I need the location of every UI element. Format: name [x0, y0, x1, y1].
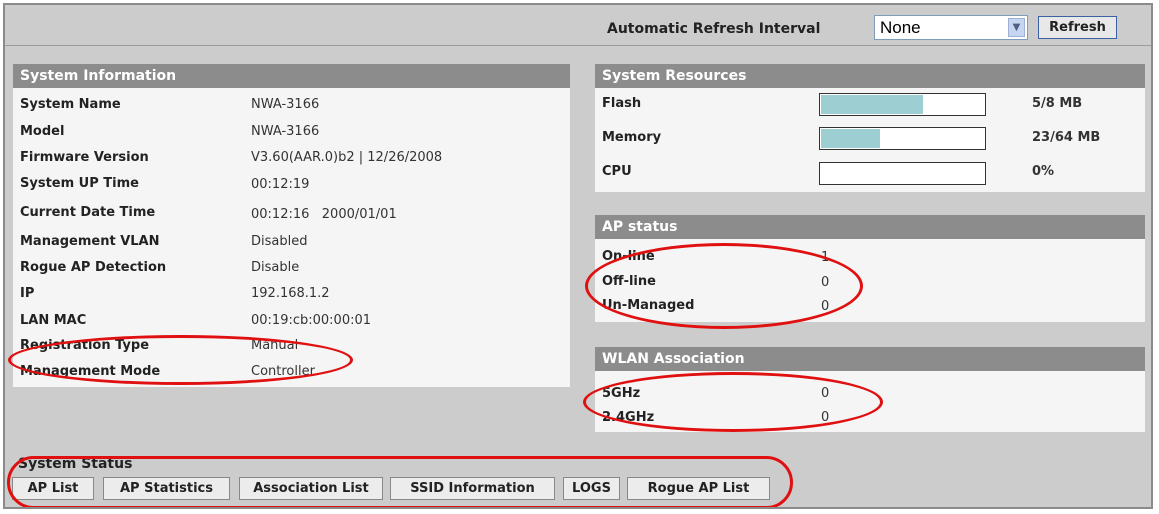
rogue-ap-detection-label: Rogue AP Detection — [20, 260, 167, 275]
ap-status-panel: AP status On-line 1 Off-line 0 Un-Manage… — [595, 215, 1145, 322]
offline-value: 0 — [821, 275, 830, 290]
system-information-panel: System Information System Name NWA-3166 … — [13, 64, 570, 387]
firmware-version-value: V3.60(AAR.0)b2 | 12/26/2008 — [251, 150, 443, 165]
refresh-interval-value: None — [880, 18, 921, 37]
firmware-version-label: Firmware Version — [20, 150, 149, 165]
lan-mac-label: LAN MAC — [20, 313, 87, 328]
flash-label: Flash — [602, 96, 642, 111]
management-vlan-label: Management VLAN — [20, 234, 160, 249]
refresh-button[interactable]: Refresh — [1038, 16, 1117, 39]
memory-label: Memory — [602, 130, 662, 145]
current-date-time-value: 00:12:16 2000/01/01 — [251, 207, 397, 222]
status-page: Automatic Refresh Interval None ▼ Refres… — [3, 3, 1153, 509]
system-name-value: NWA-3166 — [251, 97, 320, 112]
memory-value: 23/64 MB — [1032, 130, 1101, 145]
offline-label: Off-line — [602, 274, 656, 289]
model-label: Model — [20, 124, 65, 139]
unmanaged-label: Un-Managed — [602, 298, 695, 313]
band-24ghz-value: 0 — [821, 410, 830, 425]
system-up-time-value: 00:12:19 — [251, 177, 310, 192]
memory-usage-bar — [819, 127, 986, 150]
refresh-toolbar: Automatic Refresh Interval None ▼ Refres… — [5, 5, 1151, 46]
band-24ghz-label: 2.4GHz — [602, 410, 655, 425]
memory-usage-fill — [821, 129, 881, 148]
ssid-information-button[interactable]: SSID Information — [390, 477, 555, 500]
ap-list-button[interactable]: AP List — [12, 477, 94, 500]
cpu-label: CPU — [602, 164, 632, 179]
model-value: NWA-3166 — [251, 124, 320, 139]
management-mode-label: Management Mode — [20, 364, 161, 379]
system-resources-title: System Resources — [595, 64, 1145, 88]
system-resources-panel: System Resources Flash 5/8 MB Memory 23/… — [595, 64, 1145, 192]
association-list-button[interactable]: Association List — [239, 477, 383, 500]
ip-value: 192.168.1.2 — [251, 286, 330, 301]
rogue-ap-detection-value: Disable — [251, 260, 300, 275]
cpu-value: 0% — [1032, 164, 1055, 179]
online-value: 1 — [821, 250, 830, 265]
flash-usage-bar — [819, 93, 986, 116]
registration-type-value: Manual — [251, 338, 299, 353]
lan-mac-value: 00:19:cb:00:00:01 — [251, 313, 372, 328]
flash-usage-fill — [821, 95, 924, 114]
logs-button[interactable]: LOGS — [563, 477, 620, 500]
band-5ghz-label: 5GHz — [602, 386, 641, 401]
unmanaged-value: 0 — [821, 299, 830, 314]
chevron-down-icon[interactable]: ▼ — [1008, 18, 1025, 37]
band-5ghz-value: 0 — [821, 386, 830, 401]
system-up-time-label: System UP Time — [20, 176, 139, 191]
registration-type-label: Registration Type — [20, 338, 150, 353]
cpu-usage-bar — [819, 162, 986, 185]
system-information-title: System Information — [13, 64, 570, 88]
rogue-ap-list-button[interactable]: Rogue AP List — [627, 477, 770, 500]
wlan-association-panel: WLAN Association 5GHz 0 2.4GHz 0 — [595, 347, 1145, 432]
refresh-interval-select[interactable]: None ▼ — [874, 15, 1028, 40]
ip-label: IP — [20, 286, 35, 301]
system-name-label: System Name — [20, 97, 121, 112]
management-vlan-value: Disabled — [251, 234, 308, 249]
refresh-interval-label: Automatic Refresh Interval — [607, 21, 821, 37]
system-status-title: System Status — [18, 456, 133, 472]
current-date-time-label: Current Date Time — [20, 205, 156, 220]
online-label: On-line — [602, 249, 655, 264]
flash-value: 5/8 MB — [1032, 96, 1083, 111]
wlan-association-title: WLAN Association — [595, 347, 1145, 371]
ap-statistics-button[interactable]: AP Statistics — [103, 477, 230, 500]
management-mode-value: Controller — [251, 364, 315, 379]
ap-status-title: AP status — [595, 215, 1145, 239]
